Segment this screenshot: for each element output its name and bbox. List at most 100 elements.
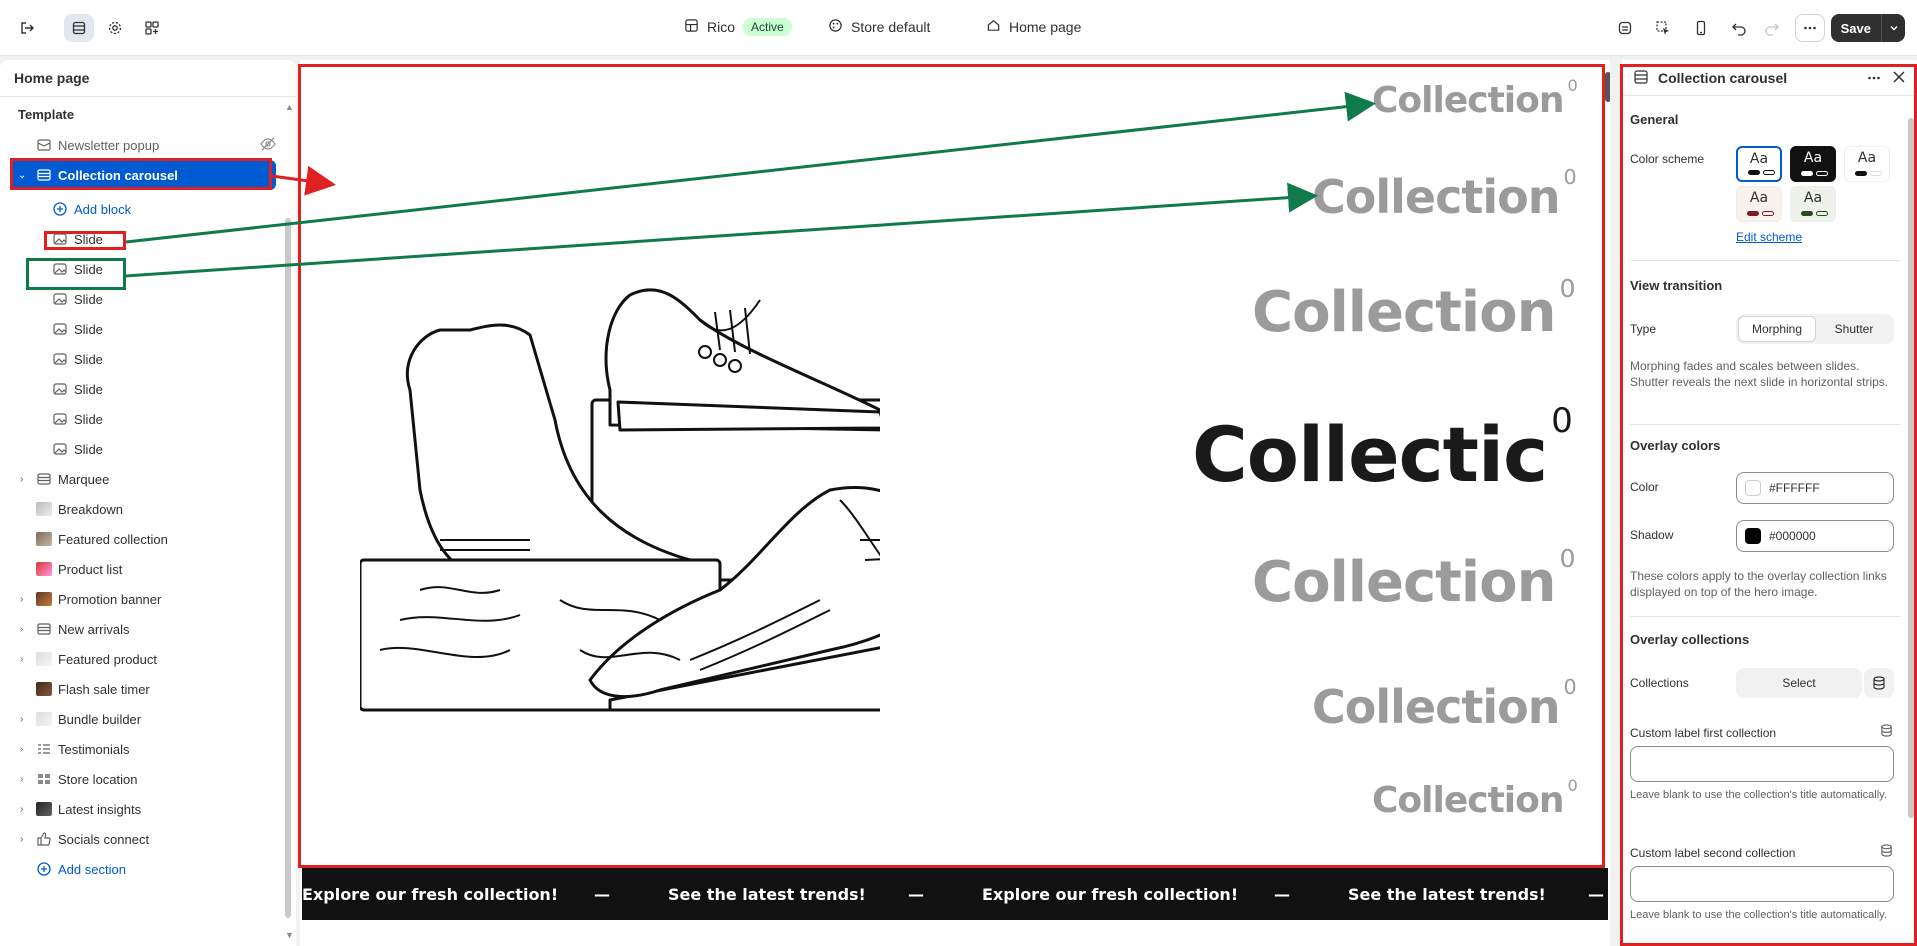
- chevron-right-icon[interactable]: ›: [20, 474, 23, 485]
- template-heading: Template: [18, 107, 75, 122]
- marquee-text: See the latest trends!: [1348, 884, 1546, 904]
- tree-item-latest-insights[interactable]: › Latest insights: [0, 794, 286, 824]
- add-section-label: Add section: [58, 861, 126, 877]
- tree-item-label: Featured product: [58, 651, 158, 667]
- undo-icon[interactable]: [1724, 14, 1754, 42]
- tree-item-label: Store location: [58, 771, 138, 787]
- tree-item-bundle-builder[interactable]: › Bundle builder: [0, 704, 286, 734]
- database-icon[interactable]: [1610, 14, 1640, 42]
- eye-hidden-icon[interactable]: [260, 137, 276, 154]
- tree-item-product-list[interactable]: Product list: [0, 554, 286, 584]
- tree-item-socials-connect[interactable]: › Socials connect: [0, 824, 286, 854]
- chevron-right-icon[interactable]: ›: [20, 654, 23, 665]
- marquee-text: Explore our fresh collection!: [302, 884, 559, 904]
- marquee-separator: —: [908, 884, 924, 904]
- chevron-right-icon[interactable]: ›: [20, 714, 23, 725]
- theme-label: Store default: [851, 19, 931, 35]
- tree-item-label: Testimonials: [58, 741, 130, 757]
- image-icon: [52, 352, 68, 366]
- settings-gear-icon[interactable]: [100, 14, 130, 42]
- image-icon: [52, 382, 68, 396]
- tree-item-testimonials[interactable]: › Testimonials: [0, 734, 286, 764]
- marquee-text: See the latest trends!: [668, 884, 866, 904]
- tree-item-newsletter-popup[interactable]: Newsletter popup: [0, 130, 286, 160]
- featured-collection-thumbnail: [36, 532, 52, 546]
- tree-item-slide[interactable]: Slide: [0, 314, 286, 344]
- tree-item-promotion-banner[interactable]: › Promotion banner: [0, 584, 286, 614]
- tree-item-label: Flash sale timer: [58, 681, 150, 697]
- tree-item-slide[interactable]: Slide: [0, 434, 286, 464]
- store-icon: [684, 18, 699, 36]
- list-icon: [36, 742, 52, 756]
- status-badge: Active: [743, 18, 792, 36]
- tree-item-label: Latest insights: [58, 801, 142, 817]
- latest-insights-thumbnail: [36, 802, 52, 816]
- chevron-right-icon[interactable]: ›: [20, 834, 23, 845]
- annotation-settings-frame: [1620, 64, 1917, 946]
- sections-icon[interactable]: [64, 14, 94, 42]
- save-button-group: Save: [1830, 14, 1905, 42]
- tree-item-label: Marquee: [58, 471, 110, 487]
- more-actions-icon[interactable]: [1795, 14, 1825, 42]
- chevron-right-icon[interactable]: ›: [20, 594, 23, 605]
- marquee-text: Explore our fresh collection!: [982, 884, 1239, 904]
- thumbs-up-icon: [36, 832, 52, 846]
- product-list-thumbnail: [36, 562, 52, 576]
- tree-item-flash-sale-timer[interactable]: Flash sale timer: [0, 674, 286, 704]
- image-icon: [52, 442, 68, 456]
- tree-item-label: Bundle builder: [58, 711, 142, 727]
- tree-item-marquee[interactable]: › Marquee: [0, 464, 286, 494]
- tree-item-label: Slide: [74, 291, 103, 307]
- tree-item-slide[interactable]: Slide: [0, 224, 286, 254]
- tree-item-breakdown[interactable]: Breakdown: [0, 494, 286, 524]
- featured-product-thumbnail: [36, 652, 52, 666]
- tree-item-slide[interactable]: Slide: [0, 404, 286, 434]
- marquee-separator: —: [1274, 884, 1290, 904]
- home-icon: [986, 18, 1001, 36]
- page-selector[interactable]: Home page: [986, 18, 1081, 36]
- preview-scrollbar[interactable]: [1605, 72, 1610, 102]
- annotation-slide-1: [44, 231, 126, 250]
- marquee-bar: Explore our fresh collection! — See the …: [302, 868, 1608, 920]
- add-block-button[interactable]: Add block: [0, 194, 286, 224]
- tree-item-label: Product list: [58, 561, 123, 577]
- tree-item-featured-collection[interactable]: Featured collection: [0, 524, 286, 554]
- tree-item-label: Slide: [74, 321, 103, 337]
- chevron-right-icon[interactable]: ›: [20, 744, 23, 755]
- save-button[interactable]: Save: [1830, 14, 1881, 42]
- chevron-down-icon[interactable]: [1881, 14, 1905, 42]
- mobile-preview-icon[interactable]: [1686, 14, 1716, 42]
- redo-icon[interactable]: [1757, 14, 1787, 42]
- grid-icon: [36, 772, 52, 786]
- tree-item-slide[interactable]: Slide: [0, 344, 286, 374]
- tree-item-label: Promotion banner: [58, 591, 162, 607]
- image-icon: [52, 412, 68, 426]
- flash-sale-thumbnail: [36, 682, 52, 696]
- palette-icon: [828, 18, 843, 36]
- apps-icon[interactable]: [137, 14, 167, 42]
- exit-icon[interactable]: [12, 14, 42, 42]
- tree-item-featured-product[interactable]: › Featured product: [0, 644, 286, 674]
- add-block-label: Add block: [74, 201, 132, 217]
- scroll-down-icon[interactable]: ▼: [285, 930, 294, 940]
- chevron-right-icon[interactable]: ›: [20, 804, 23, 815]
- marquee-separator: —: [1588, 884, 1604, 904]
- chevron-right-icon[interactable]: ›: [20, 774, 23, 785]
- divider: [0, 96, 296, 97]
- tree-item-new-arrivals[interactable]: › New arrivals: [0, 614, 286, 644]
- panel-title: Home page: [14, 70, 90, 86]
- tree-item-label: Featured collection: [58, 531, 168, 547]
- tree-item-label: Newsletter popup: [58, 137, 160, 153]
- tree-item-label: New arrivals: [58, 621, 130, 637]
- add-section-button[interactable]: Add section: [0, 854, 286, 884]
- sections-panel: Home page Template ▲ ▼ Newsletter popup …: [0, 60, 296, 946]
- plus-circle-icon: [36, 862, 52, 876]
- store-selector[interactable]: Rico Active: [684, 18, 792, 36]
- theme-selector[interactable]: Store default: [828, 18, 930, 36]
- chevron-right-icon[interactable]: ›: [20, 624, 23, 635]
- page-label: Home page: [1009, 19, 1082, 35]
- tree-item-slide[interactable]: Slide: [0, 374, 286, 404]
- tree-item-store-location[interactable]: › Store location: [0, 764, 286, 794]
- scroll-up-icon[interactable]: ▲: [285, 102, 294, 112]
- inspector-icon[interactable]: [1648, 14, 1678, 42]
